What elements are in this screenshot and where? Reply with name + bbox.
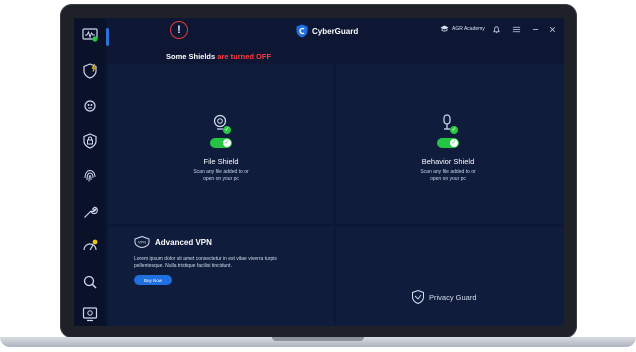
search-icon	[83, 275, 97, 289]
hamburger-icon	[512, 26, 520, 32]
toggle-check-icon: ✓	[223, 139, 231, 147]
status-suffix: are turned OFF	[217, 52, 272, 61]
academy-label: AGR Academy	[452, 25, 485, 32]
cyberguard-logo-icon	[296, 24, 308, 38]
brand: CyberGuard	[296, 23, 358, 39]
close-icon	[549, 26, 555, 32]
privacy-guard-panel: Privacy Guard	[336, 226, 564, 326]
sidebar-item-performance[interactable]	[79, 236, 101, 258]
file-shield-panel: ✓ ✓ File Shield Scan any file added to o…	[108, 64, 334, 224]
shield-bolt-icon	[83, 63, 97, 79]
check-icon: ✓	[450, 126, 458, 134]
file-shield-desc-line1: Scan any file added to or	[193, 169, 249, 175]
sidebar-item-search[interactable]	[79, 271, 101, 293]
file-shield-icon-wrap: ✓	[211, 114, 231, 134]
toggle-check-icon: ✓	[450, 139, 458, 147]
alert-icon[interactable]: !	[170, 21, 188, 39]
privacy-shield-icon	[412, 290, 424, 304]
alert-glyph: !	[177, 24, 181, 36]
file-shield-description: Scan any file added to or open on your p…	[161, 169, 281, 183]
shield-status-message: Some Shields are turned OFF	[166, 52, 271, 61]
app-name: CyberGuard	[312, 26, 359, 36]
shield-lock-icon	[83, 133, 97, 149]
behavior-shield-title: Behavior Shield	[421, 157, 475, 166]
sidebar-item-tools[interactable]	[79, 201, 101, 223]
wrench-icon	[84, 206, 98, 218]
close-button[interactable]	[546, 23, 558, 35]
check-icon: ✓	[223, 126, 231, 134]
behavior-shield-desc-line1: Scan any file added to or	[420, 169, 476, 175]
menu-button[interactable]	[510, 23, 522, 35]
privacy-guard-label: Privacy Guard	[429, 292, 477, 302]
file-shield-desc-line2: open on your pc	[203, 176, 239, 182]
behavior-shield-description: Scan any file added to or open on your p…	[388, 169, 508, 183]
sidebar-item-dashboard[interactable]	[79, 24, 101, 46]
file-shield-toggle[interactable]: ✓	[210, 138, 232, 148]
graduation-cap-icon	[440, 25, 449, 32]
sidebar-item-identity[interactable]	[79, 165, 101, 187]
buy-now-button[interactable]: Buy Now	[134, 275, 172, 285]
vpn-desc-line1: Lorem ipsum dolor sit amet consectetur i…	[134, 256, 277, 262]
sidebar-item-virus[interactable]	[79, 95, 101, 117]
status-prefix: Some Shields	[166, 52, 216, 61]
sidebar-item-protection[interactable]	[79, 60, 101, 82]
notifications-button[interactable]	[490, 23, 502, 35]
file-shield-card: ✓ ✓ File Shield Scan any file added to o…	[161, 114, 281, 183]
minimize-button[interactable]	[529, 23, 541, 35]
app-window: ! CyberGuard AGR Academy Some Shields ar…	[74, 18, 564, 326]
monitor-icon	[82, 28, 98, 42]
sidebar	[74, 18, 106, 326]
academy-link[interactable]: AGR Academy	[440, 25, 485, 32]
vpn-header: VPN Advanced VPN	[134, 236, 212, 248]
sidebar-item-privacy[interactable]	[79, 130, 101, 152]
vpn-panel: VPN Advanced VPN Lorem ipsum dolor sit a…	[108, 226, 334, 326]
file-shield-title: File Shield	[203, 157, 239, 166]
vpn-title: Advanced VPN	[155, 237, 212, 247]
vpn-icon: VPN	[134, 236, 150, 248]
bell-icon	[492, 25, 500, 33]
title-bar: ! CyberGuard AGR Academy	[106, 18, 564, 44]
minimize-icon	[532, 28, 538, 30]
settings-monitor-icon	[82, 307, 98, 322]
behavior-shield-icon-wrap: ✓	[438, 114, 458, 134]
behavior-shield-toggle[interactable]: ✓	[437, 138, 459, 148]
privacy-guard-row[interactable]: Privacy Guard	[412, 290, 477, 304]
virus-icon	[84, 100, 96, 112]
fingerprint-icon	[84, 169, 96, 182]
behavior-shield-card: ✓ ✓ Behavior Shield Scan any file added …	[388, 114, 508, 183]
behavior-shield-desc-line2: open on your pc	[430, 176, 466, 182]
sidebar-item-settings[interactable]	[79, 303, 101, 325]
laptop-base-notch	[272, 337, 364, 341]
vpn-desc-line2: pellentesque. Nulla tristique facilisi t…	[134, 263, 232, 269]
behavior-shield-panel: ✓ ✓ Behavior Shield Scan any file added …	[336, 64, 564, 224]
vpn-description: Lorem ipsum dolor sit amet consectetur i…	[134, 256, 314, 270]
svg-text:VPN: VPN	[138, 240, 146, 245]
speedometer-icon	[83, 239, 98, 251]
